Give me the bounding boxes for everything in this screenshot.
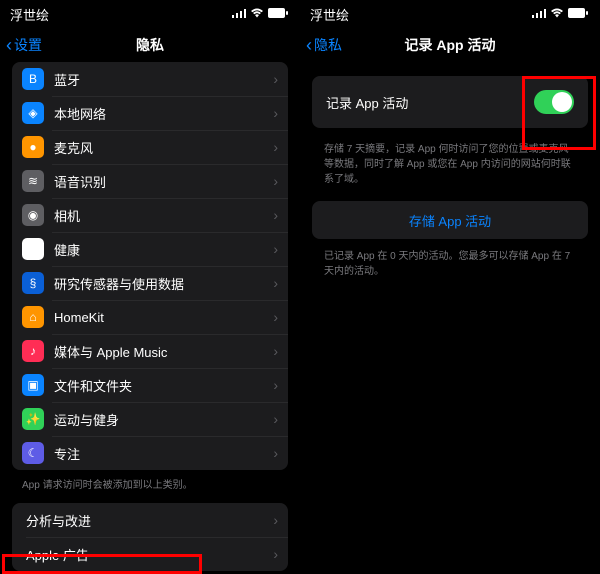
health-icon: ♥ <box>22 238 44 260</box>
store-activity-button[interactable]: 存储 App 活动 <box>312 201 588 239</box>
chevron-right-icon: › <box>273 173 278 189</box>
store-button-label: 存储 App 活动 <box>409 211 491 230</box>
row-label: 分析与改进 <box>26 511 273 530</box>
files-icon: ▣ <box>22 374 44 396</box>
chevron-right-icon: › <box>273 241 278 257</box>
row-label: 专注 <box>54 444 273 463</box>
chevron-right-icon: › <box>273 546 278 562</box>
privacy-row-bluetooth[interactable]: B 蓝牙› <box>12 62 288 96</box>
privacy-row-microphone[interactable]: ● 麦克风› <box>12 130 288 164</box>
back-label: 设置 <box>14 35 42 55</box>
camera-icon: ◉ <box>22 204 44 226</box>
nav-bar: ‹ 设置 隐私 <box>0 28 300 62</box>
status-carrier: 浮世绘 <box>310 5 349 24</box>
chevron-right-icon: › <box>273 275 278 291</box>
store-description: 已记录 App 在 0 天内的活动。您最多可以存储 App 在 7 天内的活动。 <box>324 249 576 279</box>
focus-icon: ☾ <box>22 442 44 464</box>
back-button[interactable]: ‹ 隐私 <box>306 35 342 55</box>
chevron-right-icon: › <box>273 71 278 87</box>
chevron-right-icon: › <box>273 105 278 121</box>
local-network-icon: ◈ <box>22 102 44 124</box>
page-title: 记录 App 活动 <box>405 35 496 55</box>
row-label: Apple 广告 <box>26 545 273 564</box>
row-label: 麦克风 <box>54 138 273 157</box>
row-label: 蓝牙 <box>54 70 273 89</box>
row-label: HomeKit <box>54 310 273 325</box>
row-label: 相机 <box>54 206 273 225</box>
chevron-right-icon: › <box>273 343 278 359</box>
privacy-row-research[interactable]: § 研究传感器与使用数据› <box>12 266 288 300</box>
privacy-row-focus[interactable]: ☾ 专注› <box>12 436 288 470</box>
page-title: 隐私 <box>136 35 164 55</box>
status-indicators <box>232 7 288 21</box>
record-activity-row: 记录 App 活动 <box>312 76 588 128</box>
left-screen: 浮世绘 ‹ 设置 隐私 B蓝牙›◈本地网络›●麦克风›≋语音识别›◉相机›♥健康… <box>0 0 300 574</box>
record-activity-toggle[interactable] <box>534 90 574 114</box>
media-icon: ♪ <box>22 340 44 362</box>
privacy-row-files[interactable]: ▣ 文件和文件夹› <box>12 368 288 402</box>
row-label: 本地网络 <box>54 104 273 123</box>
chevron-right-icon: › <box>273 309 278 325</box>
toggle-label: 记录 App 活动 <box>326 93 534 112</box>
fitness-icon: ✨ <box>22 408 44 430</box>
row-label: 媒体与 Apple Music <box>54 342 273 361</box>
wifi-icon <box>550 7 564 21</box>
privacy-row-fitness[interactable]: ✨ 运动与健身› <box>12 402 288 436</box>
content-scroll[interactable]: B蓝牙›◈本地网络›●麦克风›≋语音识别›◉相机›♥健康›§研究传感器与使用数据… <box>0 62 300 574</box>
signal-icon <box>532 7 546 21</box>
status-bar: 浮世绘 <box>300 0 600 28</box>
analytics-list: 分析与改进›Apple 广告› <box>12 503 288 571</box>
privacy-list: B蓝牙›◈本地网络›●麦克风›≋语音识别›◉相机›♥健康›§研究传感器与使用数据… <box>12 62 288 470</box>
speech-recognition-icon: ≋ <box>22 170 44 192</box>
chevron-right-icon: › <box>273 445 278 461</box>
privacy-row-local-network[interactable]: ◈ 本地网络› <box>12 96 288 130</box>
nav-bar: ‹ 隐私 记录 App 活动 <box>300 28 600 62</box>
chevron-left-icon: ‹ <box>306 36 312 54</box>
research-icon: § <box>22 272 44 294</box>
battery-icon <box>268 7 288 21</box>
chevron-right-icon: › <box>273 377 278 393</box>
row-label: 研究传感器与使用数据 <box>54 274 273 293</box>
row-apple-ads[interactable]: Apple 广告› <box>12 537 288 571</box>
toggle-description: 存储 7 天摘要，记录 App 何时访问了您的位置或麦克风等数据，同时了解 Ap… <box>324 142 576 187</box>
signal-icon <box>232 7 246 21</box>
privacy-row-health[interactable]: ♥ 健康› <box>12 232 288 266</box>
toggle-group: 记录 App 活动 <box>312 76 588 128</box>
status-carrier: 浮世绘 <box>10 5 49 24</box>
privacy-row-camera[interactable]: ◉ 相机› <box>12 198 288 232</box>
row-label: 语音识别 <box>54 172 273 191</box>
chevron-right-icon: › <box>273 411 278 427</box>
chevron-right-icon: › <box>273 207 278 223</box>
chevron-right-icon: › <box>273 512 278 528</box>
privacy-row-speech-recognition[interactable]: ≋ 语音识别› <box>12 164 288 198</box>
homekit-icon: ⌂ <box>22 306 44 328</box>
microphone-icon: ● <box>22 136 44 158</box>
chevron-left-icon: ‹ <box>6 36 12 54</box>
status-indicators <box>532 7 588 21</box>
row-label: 文件和文件夹 <box>54 376 273 395</box>
content-scroll[interactable]: 记录 App 活动 存储 7 天摘要，记录 App 何时访问了您的位置或麦克风等… <box>300 62 600 574</box>
wifi-icon <box>250 7 264 21</box>
right-screen: 浮世绘 ‹ 隐私 记录 App 活动 记录 App 活动 存储 7 天摘要， <box>300 0 600 574</box>
back-button[interactable]: ‹ 设置 <box>6 35 42 55</box>
privacy-row-homekit[interactable]: ⌂ HomeKit› <box>12 300 288 334</box>
bluetooth-icon: B <box>22 68 44 90</box>
row-label: 运动与健身 <box>54 410 273 429</box>
status-bar: 浮世绘 <box>0 0 300 28</box>
group-footer: App 请求访问时会被添加到以上类别。 <box>22 476 278 491</box>
chevron-right-icon: › <box>273 139 278 155</box>
row-analytics[interactable]: 分析与改进› <box>12 503 288 537</box>
privacy-row-media[interactable]: ♪ 媒体与 Apple Music› <box>12 334 288 368</box>
battery-icon <box>568 7 588 21</box>
back-label: 隐私 <box>314 35 342 55</box>
row-label: 健康 <box>54 240 273 259</box>
